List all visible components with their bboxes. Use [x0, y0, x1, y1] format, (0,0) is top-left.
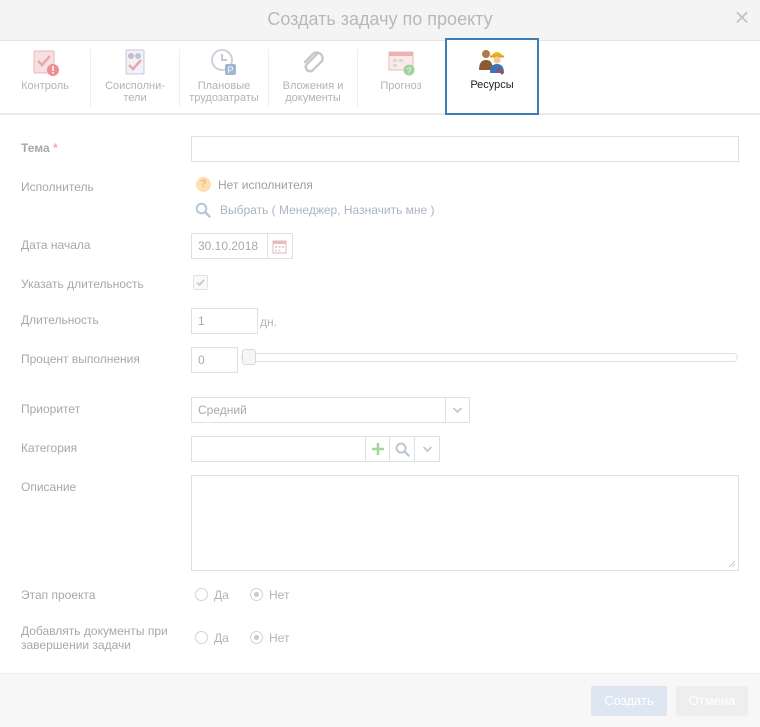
dialog-title: Создать задачу по проекту — [267, 9, 493, 29]
tab-bar: Контроль Соисполни-тели P Плановые трудо… — [0, 38, 760, 115]
executor-choose-link[interactable]: Выбрать ( Менеджер, Назначить мне ) — [220, 203, 435, 217]
duration-input[interactable]: 1 — [191, 308, 258, 334]
plus-icon — [372, 443, 384, 455]
resources-icon — [479, 50, 504, 75]
priority-dropdown-button[interactable] — [445, 397, 470, 423]
chevron-down-icon — [422, 446, 433, 453]
tab-control[interactable]: Контроль — [0, 41, 90, 113]
category-dropdown-button[interactable] — [414, 436, 440, 462]
cancel-button[interactable]: Отмена — [676, 686, 748, 716]
search-icon — [395, 442, 410, 457]
priority-label: Приоритет — [21, 402, 81, 416]
percent-slider-track[interactable] — [241, 353, 738, 362]
tab-attachments[interactable]: Вложения и документы — [269, 41, 357, 113]
add-documents-no-label: Нет — [269, 631, 290, 645]
priority-select[interactable]: Средний — [191, 397, 446, 423]
description-textarea[interactable] — [191, 475, 739, 571]
add-documents-yes-radio[interactable] — [195, 631, 208, 644]
executor-status: Нет исполнителя — [218, 178, 313, 192]
tab-resources[interactable]: Ресурсы — [445, 38, 539, 115]
svg-text:P: P — [227, 65, 233, 75]
tab-coexecutors-label: Соисполни-тели — [105, 80, 165, 104]
start-date-input[interactable]: 30.10.2018 — [191, 233, 268, 259]
dialog-titlebar: Создать задачу по проекту × — [0, 0, 760, 41]
required-mark: * — [52, 141, 58, 155]
close-icon[interactable]: × — [732, 4, 752, 30]
tab-coexecutors[interactable]: Соисполни-тели — [91, 41, 179, 113]
project-stage-label: Этап проекта — [21, 588, 96, 602]
chevron-down-icon — [452, 407, 463, 414]
category-add-button[interactable] — [365, 436, 390, 462]
add-documents-label-line2: завершении задачи — [21, 638, 131, 652]
category-input[interactable] — [191, 436, 366, 462]
svg-text:?: ? — [407, 67, 412, 76]
coexecutors-icon — [125, 49, 145, 75]
checkmark-icon — [196, 279, 205, 287]
add-documents-yes-label: Да — [214, 631, 229, 645]
percent-slider-handle[interactable] — [242, 349, 256, 365]
resize-handle-icon[interactable] — [728, 560, 736, 568]
tab-control-label: Контроль — [21, 80, 69, 92]
dialog-footer: Создать Отмена — [0, 673, 760, 727]
search-icon[interactable] — [195, 202, 211, 218]
subject-label: Тема * — [21, 141, 58, 155]
category-search-button[interactable] — [389, 436, 415, 462]
warning-icon: ? — [196, 177, 211, 192]
executor-label: Исполнитель — [21, 180, 94, 194]
category-label: Категория — [21, 441, 78, 455]
duration-unit: дн. — [260, 315, 277, 329]
set-duration-checkbox[interactable] — [193, 275, 208, 290]
set-duration-label: Указать длительность — [21, 277, 144, 291]
subject-input[interactable] — [191, 136, 739, 162]
percent-input[interactable]: 0 — [191, 347, 238, 373]
tab-forecast-label: Прогноз — [380, 80, 422, 92]
project-stage-no-label: Нет — [269, 588, 290, 602]
subject-label-text: Тема — [21, 141, 50, 155]
duration-label: Длительность — [21, 313, 99, 327]
tab-attachments-label: Вложения и документы — [282, 80, 344, 104]
add-documents-label: Добавлять документы при завершении задач… — [21, 624, 168, 652]
create-button[interactable]: Создать — [591, 686, 667, 716]
forecast-icon: ? — [388, 51, 415, 76]
control-icon — [33, 50, 59, 76]
project-stage-yes-label: Да — [214, 588, 229, 602]
calendar-button[interactable] — [268, 233, 293, 259]
tab-planned-labor[interactable]: P Плановые трудозатраты — [180, 41, 268, 113]
percent-label: Процент выполнения — [21, 352, 140, 366]
tab-forecast[interactable]: ? Прогноз — [358, 41, 444, 113]
project-stage-yes-radio[interactable] — [195, 588, 208, 601]
calendar-icon — [272, 240, 287, 254]
description-label: Описание — [21, 480, 77, 494]
tab-resources-label: Ресурсы — [470, 79, 514, 91]
add-documents-label-line1: Добавлять документы при — [21, 624, 168, 638]
tab-planned-labor-label: Плановые трудозатраты — [189, 80, 259, 104]
start-date-label: Дата начала — [21, 238, 91, 252]
attachment-icon — [303, 51, 324, 73]
planned-labor-icon: P — [211, 49, 236, 75]
project-stage-no-radio[interactable] — [250, 588, 263, 601]
add-documents-no-radio[interactable] — [250, 631, 263, 644]
